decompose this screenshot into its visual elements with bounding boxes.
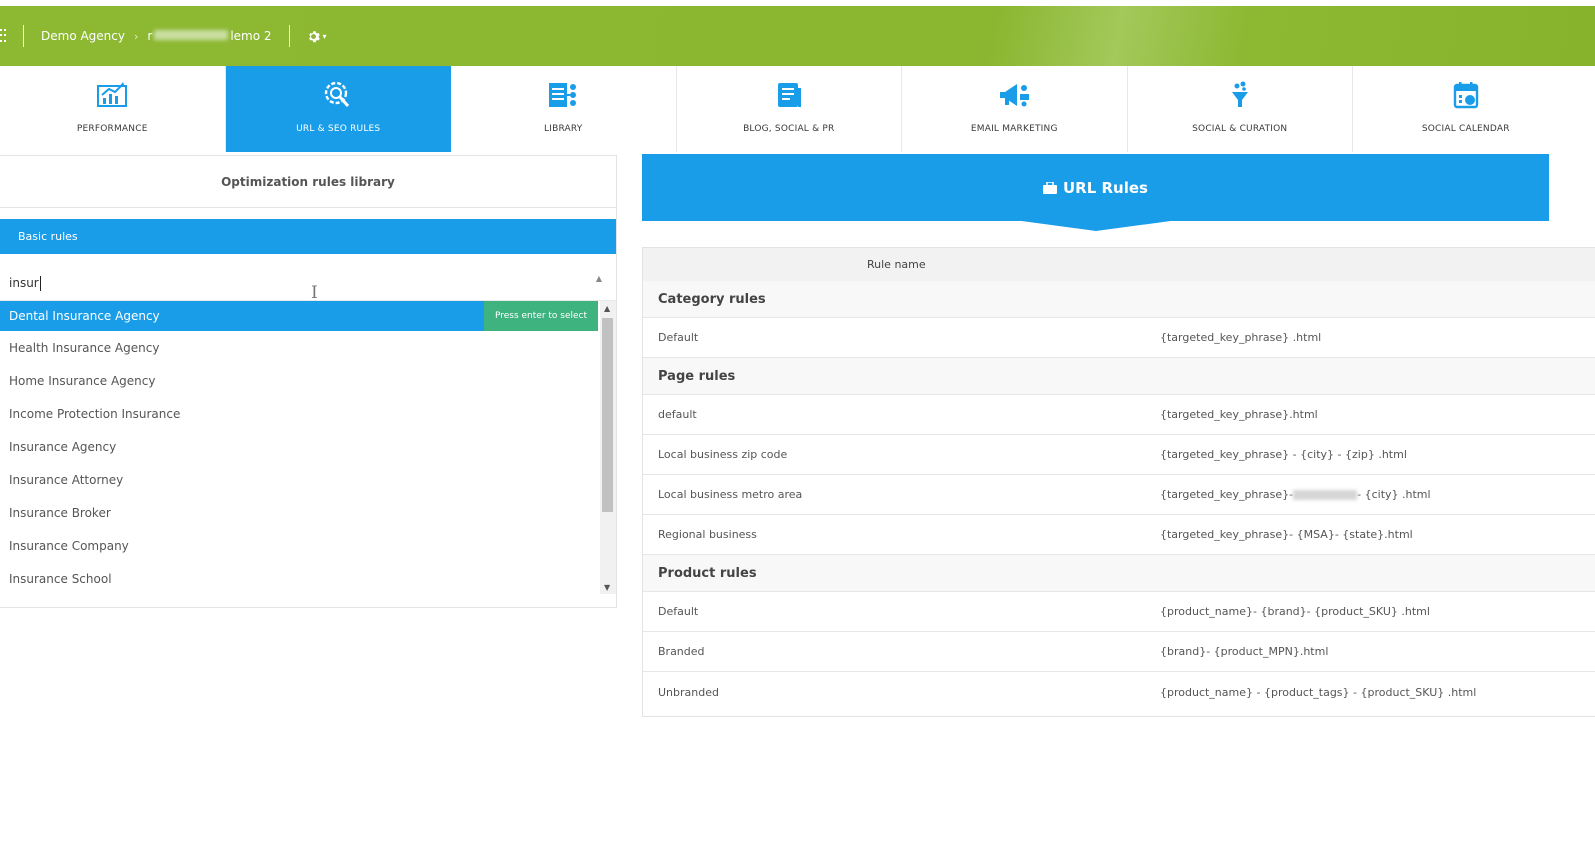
- url-rules-banner: URL Rules: [642, 154, 1549, 221]
- nav-tab-email-marketing[interactable]: EMAIL MARKETING: [902, 66, 1128, 152]
- nav-tab-social-curation[interactable]: SOCIAL & CURATION: [1127, 66, 1353, 152]
- scrollbar-thumb[interactable]: [602, 318, 613, 512]
- scroll-up-arrow-icon[interactable]: ▲: [604, 304, 610, 313]
- rules-library-panel: Optimization rules library Basic rules i…: [0, 155, 617, 608]
- rule-name: Local business metro area: [658, 488, 803, 501]
- url-rules-title: URL Rules: [1063, 178, 1148, 197]
- rule-pattern: {product_name}- {brand}- {product_SKU} .…: [1160, 605, 1430, 618]
- breadcrumb-agency[interactable]: Demo Agency: [41, 29, 125, 43]
- rule-pattern: {targeted_key_phrase}.html: [1160, 408, 1318, 421]
- apps-grid-icon[interactable]: [0, 29, 6, 43]
- rule-pattern: {brand}- {product_MPN}.html: [1160, 645, 1329, 658]
- redacted-text: [1293, 490, 1358, 500]
- pattern-start: {targeted_key_phrase}-: [1160, 488, 1294, 501]
- breadcrumb-project[interactable]: r lemo 2: [147, 29, 271, 43]
- banner-pointer: [1014, 220, 1178, 231]
- dropdown-option[interactable]: Insurance Agency: [0, 430, 598, 463]
- press-enter-hint: Press enter to select: [484, 301, 598, 331]
- dropdown-option[interactable]: Home Insurance Agency: [0, 364, 598, 397]
- briefcase-icon: [1043, 181, 1057, 194]
- rule-name: default: [658, 408, 697, 421]
- rule-name: Unbranded: [658, 685, 719, 699]
- rule-pattern: {targeted_key_phrase}- - {city} .html: [1160, 488, 1595, 501]
- rule-pattern: {product_name} - {product_tags} - {produ…: [1160, 685, 1477, 699]
- text-caret: [39, 275, 41, 291]
- document-icon: [777, 83, 801, 107]
- rule-name: Branded: [658, 645, 705, 658]
- top-bar: Demo Agency › r lemo 2 ▾: [0, 6, 1595, 66]
- rules-search-input[interactable]: insur ▲: [0, 266, 616, 300]
- project-name-prefix: r: [147, 29, 153, 43]
- chevron-right-icon: ›: [133, 29, 139, 43]
- panel-title: Optimization rules library: [0, 156, 616, 208]
- table-row[interactable]: Default {targeted_key_phrase} .html: [643, 318, 1595, 358]
- basic-rules-header[interactable]: Basic rules: [0, 219, 616, 254]
- dropdown-option[interactable]: Insurance Company: [0, 529, 598, 562]
- settings-menu-button[interactable]: ▾: [307, 30, 327, 43]
- nav-label: SOCIAL & CURATION: [1192, 124, 1288, 134]
- nav-label: URL & SEO RULES: [296, 124, 381, 134]
- dropdown-option-highlighted[interactable]: Dental Insurance Agency Press enter to s…: [0, 301, 598, 331]
- nav-label: LIBRARY: [544, 124, 583, 134]
- gear-icon: [308, 30, 320, 42]
- column-header-rule-name[interactable]: Rule name: [867, 258, 926, 271]
- seo-gear-icon: [325, 81, 350, 107]
- text-cursor-icon: I: [311, 283, 318, 303]
- chevron-down-icon: ▾: [322, 31, 327, 41]
- funnel-icon: [1231, 81, 1248, 107]
- divider: [288, 25, 290, 47]
- nav-tab-library[interactable]: LIBRARY: [451, 66, 677, 152]
- rules-dropdown-list[interactable]: Dental Insurance Agency Press enter to s…: [0, 300, 616, 594]
- nav-label: BLOG, SOCIAL & PR: [743, 124, 835, 134]
- rule-pattern: {targeted_key_phrase} - {city} - {zip} .…: [1160, 448, 1407, 461]
- table-row[interactable]: Default {product_name}- {brand}- {produc…: [643, 592, 1595, 632]
- chart-icon: [97, 82, 128, 107]
- rule-name: Regional business: [658, 528, 757, 541]
- group-header-category: Category rules: [643, 281, 1595, 318]
- dropdown-option[interactable]: Income Protection Insurance: [0, 397, 598, 430]
- table-row[interactable]: Local business metro area {targeted_key_…: [643, 475, 1595, 515]
- table-row[interactable]: default {targeted_key_phrase}.html: [643, 395, 1595, 435]
- scroll-down-arrow-icon[interactable]: ▼: [604, 583, 610, 592]
- table-row[interactable]: Local business zip code {targeted_key_ph…: [643, 435, 1595, 475]
- nav-tab-performance[interactable]: PERFORMANCE: [0, 66, 226, 152]
- url-rules-table: Rule name Category rules Default {target…: [642, 247, 1595, 717]
- table-header: Rule name: [643, 248, 1595, 281]
- group-header-page: Page rules: [643, 358, 1595, 395]
- rule-pattern: {targeted_key_phrase}- {MSA}- {state}.ht…: [1160, 528, 1413, 541]
- table-row[interactable]: Branded {brand}- {product_MPN}.html: [643, 632, 1595, 672]
- redacted-text: [154, 30, 229, 40]
- table-row[interactable]: Unbranded {product_name} - {product_tags…: [643, 672, 1595, 712]
- breadcrumb: Demo Agency › r lemo 2: [41, 29, 272, 43]
- search-value: insur: [9, 276, 39, 290]
- dropdown-option[interactable]: Insurance Broker: [0, 496, 598, 529]
- rule-pattern: {targeted_key_phrase} .html: [1160, 331, 1322, 344]
- dropdown-option[interactable]: Health Insurance Agency: [0, 331, 598, 364]
- calendar-icon: [1453, 82, 1478, 109]
- main-nav: PERFORMANCE URL & SEO RULES LIBRARY BLOG…: [0, 66, 1595, 152]
- nav-label: EMAIL MARKETING: [970, 124, 1058, 134]
- library-icon: [549, 83, 577, 107]
- project-name-suffix: lemo 2: [230, 29, 272, 43]
- megaphone-icon: [1000, 84, 1030, 107]
- table-row[interactable]: Regional business {targeted_key_phrase}-…: [643, 515, 1595, 555]
- nav-tab-blog-social-pr[interactable]: BLOG, SOCIAL & PR: [676, 66, 902, 152]
- rule-name: Local business zip code: [658, 448, 788, 461]
- pattern-end: - {city} .html: [1357, 488, 1431, 501]
- divider: [23, 25, 24, 47]
- dropdown-option[interactable]: Insurance Attorney: [0, 463, 598, 496]
- dropdown-option[interactable]: Insurance School: [0, 562, 598, 594]
- dropdown-scrollbar[interactable]: ▲ ▼: [600, 301, 616, 594]
- nav-tab-url-seo-rules[interactable]: URL & SEO RULES: [225, 66, 451, 152]
- rule-name: Default: [658, 331, 699, 344]
- nav-label: SOCIAL CALENDAR: [1421, 124, 1510, 134]
- rule-name: Default: [658, 605, 699, 618]
- chevron-up-icon[interactable]: ▲: [596, 274, 602, 283]
- group-header-product: Product rules: [643, 555, 1595, 592]
- nav-tab-social-calendar[interactable]: SOCIAL CALENDAR: [1353, 66, 1579, 152]
- nav-label: PERFORMANCE: [76, 124, 148, 134]
- option-label: Dental Insurance Agency: [9, 309, 160, 323]
